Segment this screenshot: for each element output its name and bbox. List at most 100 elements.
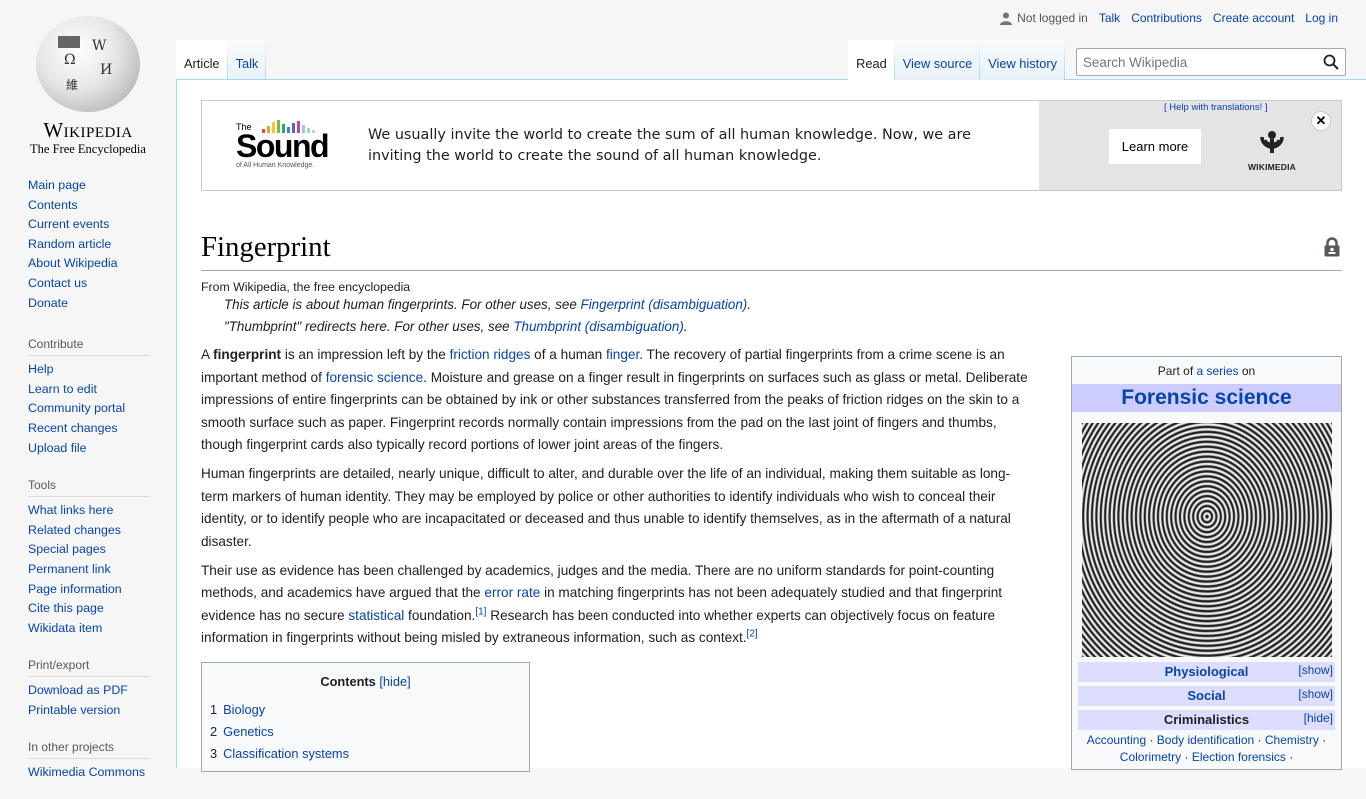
- thumbprint-disambiguation-link[interactable]: Thumbprint (disambiguation): [513, 319, 683, 334]
- toc-item[interactable]: 3Classification systems: [210, 743, 521, 765]
- tab-view-source[interactable]: View source: [895, 40, 980, 80]
- criminalistics-list: Accounting · Body identification · Chemi…: [1078, 730, 1335, 766]
- show-toggle[interactable]: [show]: [1298, 660, 1333, 680]
- hide-toggle[interactable]: [hide]: [1304, 708, 1333, 728]
- sidebar-item-help[interactable]: Help: [28, 362, 53, 376]
- fingerprint-image[interactable]: [1082, 423, 1332, 657]
- hatnote-text: "Thumbprint" redirects here. For other u…: [224, 319, 513, 334]
- sidebar-item-special-pages[interactable]: Special pages: [28, 542, 106, 556]
- sidebar-item-main-page[interactable]: Main page: [28, 178, 86, 192]
- namespace-tabs: Article Talk: [176, 40, 266, 80]
- sidebar-item-download-pdf[interactable]: Download as PDF: [28, 683, 128, 697]
- series-link[interactable]: a series: [1196, 364, 1238, 378]
- sidebar-item-upload-file[interactable]: Upload file: [28, 441, 87, 455]
- sidebar: Main page Contents Current events Random…: [0, 176, 176, 799]
- text: of a human: [530, 347, 606, 362]
- reference-2-link[interactable]: [2]: [747, 629, 758, 640]
- create-account-link[interactable]: Create account: [1213, 11, 1294, 25]
- statistical-link[interactable]: statistical: [348, 608, 404, 623]
- sidebar-item-community-portal[interactable]: Community portal: [28, 401, 125, 415]
- wikipedia-logo[interactable]: Ω W И 維 Wikipedia The Free Encyclopedia: [0, 0, 176, 160]
- wikimedia-logo: WIKIMEDIA: [1245, 129, 1299, 172]
- sidebar-item-related-changes[interactable]: Related changes: [28, 523, 121, 537]
- tab-article[interactable]: Article: [176, 40, 228, 80]
- search-input[interactable]: [1083, 55, 1323, 70]
- toc-hide-toggle[interactable]: [hide]: [379, 674, 410, 689]
- learn-more-button[interactable]: Learn more: [1109, 129, 1201, 164]
- colorimetry-link[interactable]: Colorimetry: [1120, 750, 1181, 764]
- contributions-link[interactable]: Contributions: [1131, 11, 1202, 25]
- sound-logo-word: Sound: [236, 128, 328, 165]
- forensic-science-link[interactable]: forensic science: [326, 370, 423, 385]
- tab-read-label: Read: [856, 56, 887, 71]
- user-icon: [1000, 12, 1012, 25]
- election-forensics-link[interactable]: Election forensics: [1192, 750, 1286, 764]
- puzzle-globe-icon: Ω W И 維: [36, 16, 140, 112]
- text: foundation.: [404, 608, 475, 623]
- toc-item[interactable]: 1 Biology: [210, 699, 521, 721]
- sidebar-item-permanent-link[interactable]: Permanent link: [28, 562, 111, 576]
- sidebar-item-cite-this-page[interactable]: Cite this page: [28, 601, 104, 615]
- sidebar-item-about[interactable]: About Wikipedia: [28, 256, 118, 270]
- finger-link[interactable]: finger: [606, 347, 639, 362]
- log-in-link[interactable]: Log in: [1305, 11, 1338, 25]
- bold-term: fingerprint: [213, 347, 281, 362]
- toc-link-biology[interactable]: Biology: [223, 702, 265, 717]
- sidebar-item-random-article[interactable]: Random article: [28, 237, 111, 251]
- hatnote-end: .: [684, 319, 688, 334]
- sidebar-item-page-information[interactable]: Page information: [28, 582, 122, 596]
- sidebar-item-what-links-here[interactable]: What links here: [28, 503, 113, 517]
- toc-number: 2: [210, 724, 217, 739]
- close-banner-button[interactable]: ✕: [1311, 111, 1331, 131]
- friction-ridges-link[interactable]: friction ridges: [450, 347, 531, 362]
- sidebar-item-donate[interactable]: Donate: [28, 296, 68, 310]
- personal-tools: Not logged in Talk Contributions Create …: [1000, 11, 1338, 25]
- infobox-section-physiological[interactable]: Physiological[show]: [1078, 662, 1335, 682]
- sidebar-item-recent-changes[interactable]: Recent changes: [28, 421, 118, 435]
- sidebar-item-current-events[interactable]: Current events: [28, 217, 109, 231]
- tab-read[interactable]: Read: [848, 40, 895, 80]
- accounting-link[interactable]: Accounting: [1087, 733, 1146, 747]
- toc-item[interactable]: 2 Genetics: [210, 721, 521, 743]
- show-toggle[interactable]: [show]: [1298, 684, 1333, 704]
- site-subtitle: From Wikipedia, the free encyclopedia: [201, 280, 1342, 294]
- tab-view-history[interactable]: View history: [980, 40, 1065, 80]
- sidebar-print: Print/export Download as PDF Printable v…: [0, 654, 176, 720]
- search-box: [1076, 48, 1346, 76]
- sidebar-item-wikidata-item[interactable]: Wikidata item: [28, 621, 102, 635]
- sidebar-item-learn-to-edit[interactable]: Learn to edit: [28, 382, 97, 396]
- table-of-contents: Contents [hide] 1Biology 2Genetics 3Clas…: [201, 662, 530, 772]
- tab-talk[interactable]: Talk: [228, 40, 267, 80]
- wikimedia-icon: [1259, 129, 1285, 155]
- talk-link[interactable]: Talk: [1099, 11, 1120, 25]
- lock-icon[interactable]: [1324, 237, 1340, 257]
- chemistry-link[interactable]: Chemistry: [1265, 733, 1319, 747]
- hatnote-end: .: [747, 297, 751, 312]
- paragraph-2: Human fingerprints are detailed, nearly …: [201, 463, 1031, 553]
- infobox-pretitle: Part of a series on: [1078, 360, 1335, 383]
- reference-1-link[interactable]: [1]: [475, 606, 486, 617]
- fingerprint-disambiguation-link[interactable]: Fingerprint (disambiguation): [581, 297, 748, 312]
- error-rate-link[interactable]: error rate: [484, 585, 540, 600]
- search-icon[interactable]: [1323, 54, 1339, 70]
- infobox-title[interactable]: Forensic science: [1072, 384, 1341, 412]
- paragraph-1: A fingerprint is an impression left by t…: [201, 344, 1031, 456]
- toc-link-classification[interactable]: Classification systems: [223, 746, 349, 761]
- sidebar-item-contents[interactable]: Contents: [28, 198, 78, 212]
- help-translations-link[interactable]: [ Help with translations! ]: [1164, 102, 1268, 113]
- toc-link-genetics[interactable]: Genetics: [223, 724, 274, 739]
- contribute-heading: Contribute: [28, 333, 150, 356]
- toc-number: 1: [210, 702, 217, 717]
- projects-heading: In other projects: [28, 736, 150, 759]
- view-tabs: Read View source View history: [848, 40, 1065, 80]
- infobox-section-social[interactable]: Social[show]: [1078, 686, 1335, 706]
- sound-logo-sub: of All Human Knowledge.: [236, 162, 314, 169]
- sidebar-item-printable-version[interactable]: Printable version: [28, 703, 120, 717]
- section-label: Criminalistics: [1164, 712, 1249, 727]
- sidebar-item-contact[interactable]: Contact us: [28, 276, 87, 290]
- body-identification-link[interactable]: Body identification: [1157, 733, 1254, 747]
- tagline: The Free Encyclopedia: [30, 142, 146, 157]
- text: on: [1239, 364, 1256, 378]
- infobox-section-criminalistics[interactable]: Criminalistics [hide]: [1078, 710, 1335, 730]
- text: A: [201, 347, 213, 362]
